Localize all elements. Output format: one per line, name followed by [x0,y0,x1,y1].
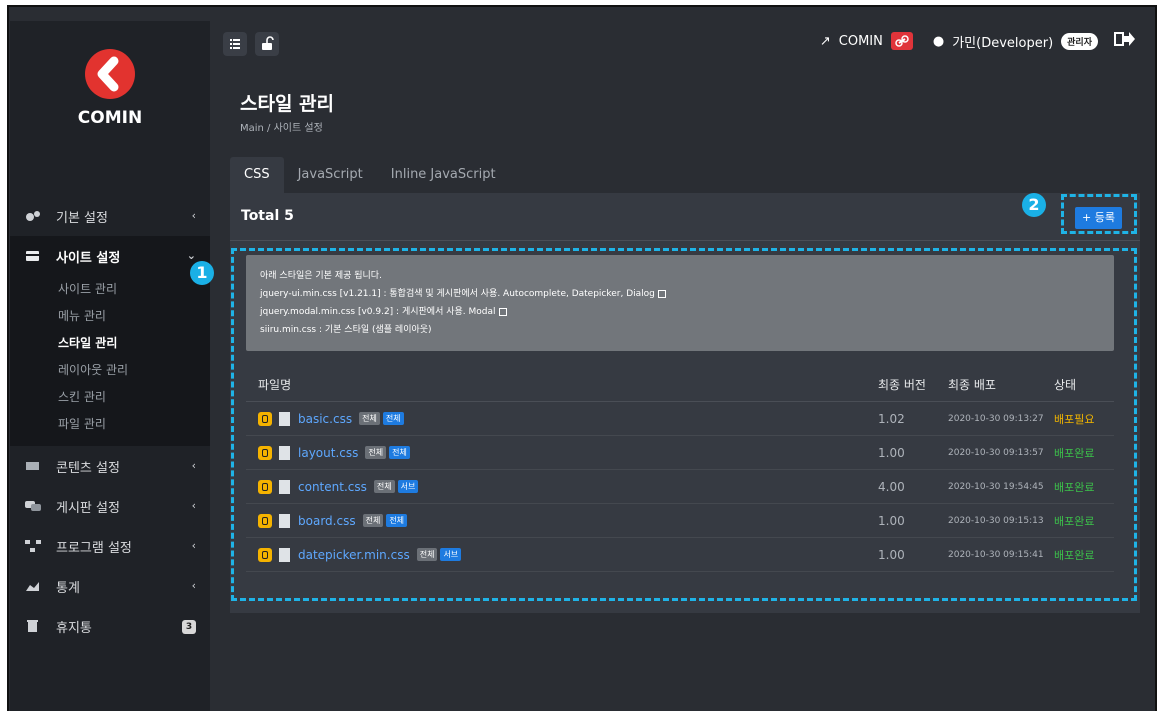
program-icon [24,539,42,553]
board-icon [24,499,42,513]
trash-icon [24,619,42,633]
sidebar-item-stats[interactable]: 통계 ‹ [10,566,210,606]
chart-icon [24,579,42,593]
annotation-box-2 [1061,194,1137,234]
main-area: ↗ COMIN ● 가민(Developer) 관리자 스타일 관리 Main … [190,21,1156,711]
topbar: ↗ COMIN ● 가민(Developer) 관리자 [210,21,1156,65]
chevron-left-icon: ‹ [191,539,196,552]
sidebar-item-label: 통계 [56,580,80,596]
sidebar-item-label: 기본 설정 [56,210,108,226]
logo-icon [85,49,135,99]
list-toggle-button[interactable] [223,32,247,56]
sidebar-nav: 기본 설정 ‹ 사이트 설정 ⌄ 사이트 관리 메뉴 관리 스타일 관리 레이아… [10,196,210,646]
sidebar-item-program[interactable]: 프로그램 설정 ‹ [10,526,210,566]
sidebar-item-basic[interactable]: 기본 설정 ‹ [10,196,210,236]
topbar-right: ↗ COMIN ● 가민(Developer) 관리자 [812,30,1136,52]
tab-inline-javascript[interactable]: Inline JavaScript [377,157,510,193]
tab-bar: CSS JavaScript Inline JavaScript [230,157,510,193]
sidebar-item-label: 휴지통 [56,620,92,636]
lock-button[interactable] [255,32,279,56]
external-link-icon: ↗ [819,33,831,49]
submenu-skin-manage[interactable]: 스킨 관리 [10,384,210,411]
chevron-left-icon: ‹ [191,459,196,472]
page-title: 스타일 관리 [240,93,335,115]
annotation-box-1 [231,248,1137,601]
trash-count-badge: 3 [182,620,196,634]
breadcrumb: Main / 사이트 설정 [240,123,323,134]
submenu-site-manage[interactable]: 사이트 관리 [10,276,210,303]
total-count: Total 5 [241,208,294,224]
submenu-file-manage[interactable]: 파일 관리 [10,411,210,438]
site-icon [24,249,42,263]
submenu-menu-manage[interactable]: 메뉴 관리 [10,303,210,330]
sidebar-item-label: 콘텐츠 설정 [56,460,120,476]
chevron-left-icon: ‹ [191,499,196,512]
site-link[interactable]: COMIN [839,34,883,49]
content-icon [24,459,42,473]
user-icon: ● [932,33,945,49]
submenu-layout-manage[interactable]: 레이아웃 관리 [10,357,210,384]
sidebar-item-content[interactable]: 콘텐츠 설정 ‹ [10,446,210,486]
sidebar-item-trash[interactable]: 휴지통 3 [10,606,210,646]
submenu-style-manage[interactable]: 스타일 관리 [10,330,210,357]
user-name[interactable]: 가민(Developer) [952,32,1053,51]
tab-javascript[interactable]: JavaScript [284,157,377,193]
sidebar: COMIN 기본 설정 ‹ 사이트 설정 ⌄ 사이트 관리 메뉴 관리 스타일 … [10,21,210,711]
sidebar-item-site[interactable]: 사이트 설정 ⌄ [10,236,210,276]
sidebar-item-label: 사이트 설정 [56,250,121,266]
role-badge: 관리자 [1061,32,1098,50]
sidebar-item-board[interactable]: 게시판 설정 ‹ [10,486,210,526]
sidebar-item-label: 프로그램 설정 [56,540,132,556]
tab-css[interactable]: CSS [230,157,284,193]
chevron-left-icon: ‹ [191,209,196,222]
logo[interactable]: COMIN [10,21,210,146]
link-icon[interactable] [890,32,913,50]
logout-icon[interactable] [1114,30,1136,52]
chevron-down-icon: ⌄ [186,249,196,262]
chevron-left-icon: ‹ [191,579,196,592]
gears-icon [24,209,42,223]
sidebar-submenu: 사이트 관리 메뉴 관리 스타일 관리 레이아웃 관리 스킨 관리 파일 관리 [10,276,210,446]
annotation-marker-2: 2 [1022,193,1046,217]
annotation-marker-1: 1 [190,261,214,285]
logo-text: COMIN [77,108,143,128]
sidebar-item-label: 게시판 설정 [56,500,120,516]
panel-header: Total 5 + 등록 [230,193,1140,241]
